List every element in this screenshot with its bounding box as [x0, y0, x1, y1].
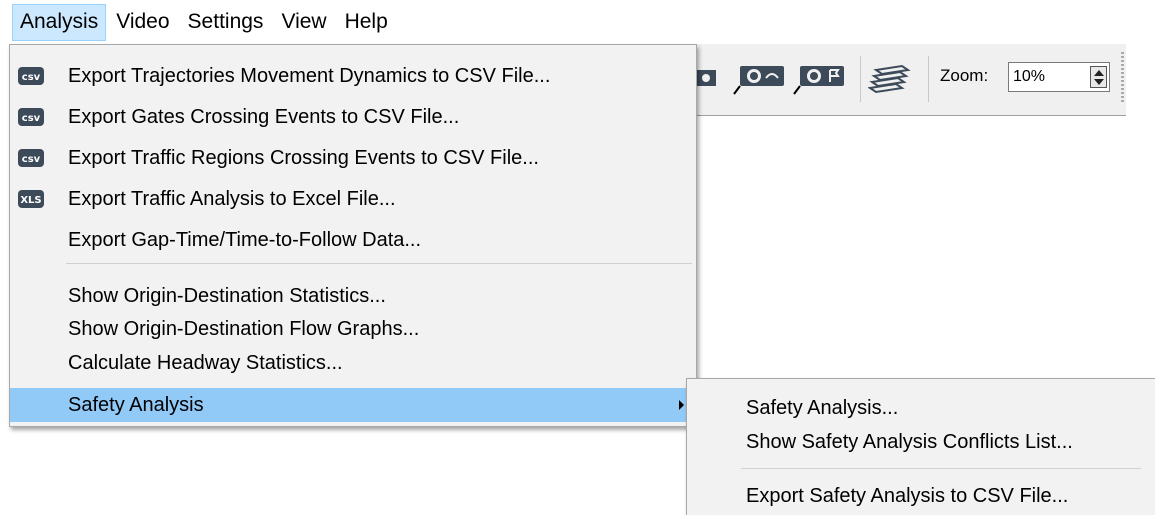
- menu-item-label: Export Gap-Time/Time-to-Follow Data...: [68, 229, 422, 251]
- menu-video[interactable]: Video: [108, 4, 177, 41]
- submenu-item-safety-analysis[interactable]: Safety Analysis...: [687, 391, 1155, 425]
- camera-flag-icon[interactable]: [792, 62, 852, 96]
- menu-item-safety-analysis[interactable]: Safety Analysis: [10, 388, 696, 422]
- menu-separator: [66, 263, 692, 264]
- menu-help[interactable]: Help: [337, 4, 396, 41]
- zoom-label: Zoom:: [940, 66, 989, 85]
- svg-text:csv: csv: [22, 154, 41, 165]
- menu-item-label: Export Traffic Analysis to Excel File...: [68, 188, 396, 210]
- toolbar: Zoom: 10%: [696, 44, 1126, 116]
- menu-item-label: Safety Analysis: [68, 394, 204, 416]
- safety-analysis-submenu: Safety Analysis... Show Safety Analysis …: [686, 378, 1155, 515]
- menu-view[interactable]: View: [273, 4, 334, 41]
- analysis-menu: csv Export Trajectories Movement Dynamic…: [9, 44, 697, 427]
- submenu-item-export-safety-csv[interactable]: Export Safety Analysis to CSV File...: [687, 479, 1155, 513]
- submenu-item-conflicts-list[interactable]: Show Safety Analysis Conflicts List...: [687, 425, 1155, 459]
- menu-item-export-gates[interactable]: csv Export Gates Crossing Events to CSV …: [10, 100, 696, 134]
- menu-item-export-trajectories[interactable]: csv Export Trajectories Movement Dynamic…: [10, 59, 696, 93]
- menu-item-label: Export Traffic Regions Crossing Events t…: [68, 147, 539, 169]
- csv-file-icon: csv: [18, 108, 44, 126]
- toolbar-separator: [928, 56, 929, 102]
- toolbar-grip[interactable]: [1121, 52, 1124, 104]
- toolbar-separator: [860, 56, 861, 102]
- zoom-value[interactable]: 10%: [1013, 68, 1045, 85]
- xls-file-icon: XLS: [18, 190, 44, 208]
- menu-item-label: Export Gates Crossing Events to CSV File…: [68, 106, 460, 128]
- menu-item-export-traffic-regions[interactable]: csv Export Traffic Regions Crossing Even…: [10, 141, 696, 175]
- layers-icon[interactable]: [868, 62, 912, 96]
- submenu-item-label: Show Safety Analysis Conflicts List...: [746, 431, 1073, 453]
- menu-item-label: Export Trajectories Movement Dynamics to…: [68, 65, 551, 87]
- svg-text:XLS: XLS: [20, 195, 41, 206]
- menu-item-od-flow-graphs[interactable]: Show Origin-Destination Flow Graphs...: [10, 312, 696, 346]
- camera-arrow-icon[interactable]: [696, 62, 720, 96]
- submenu-item-label: Export Safety Analysis to CSV File...: [746, 485, 1069, 507]
- menu-analysis[interactable]: Analysis: [12, 3, 107, 41]
- spin-up-icon[interactable]: [1094, 70, 1104, 76]
- menu-separator: [741, 468, 1141, 469]
- menu-item-export-traffic-excel[interactable]: XLS Export Traffic Analysis to Excel Fil…: [10, 182, 696, 216]
- zoom-spin-buttons[interactable]: [1090, 66, 1107, 88]
- menu-item-label: Show Origin-Destination Statistics...: [68, 285, 386, 307]
- zoom-spinbox[interactable]: 10%: [1008, 62, 1110, 92]
- menu-item-od-statistics[interactable]: Show Origin-Destination Statistics...: [10, 279, 696, 313]
- csv-file-icon: csv: [18, 67, 44, 85]
- camera-refresh-icon[interactable]: [732, 62, 792, 96]
- spin-down-icon[interactable]: [1094, 79, 1104, 85]
- menu-item-export-gap-time[interactable]: Export Gap-Time/Time-to-Follow Data...: [10, 223, 696, 257]
- svg-text:csv: csv: [22, 113, 41, 124]
- menu-item-headway-statistics[interactable]: Calculate Headway Statistics...: [10, 346, 696, 380]
- submenu-arrow-icon: [679, 400, 684, 410]
- menu-item-label: Calculate Headway Statistics...: [68, 352, 343, 374]
- menu-item-label: Show Origin-Destination Flow Graphs...: [68, 318, 420, 340]
- csv-file-icon: csv: [18, 149, 44, 167]
- svg-text:csv: csv: [22, 72, 41, 83]
- menu-bar: Analysis Video Settings View Help: [0, 0, 1155, 44]
- submenu-item-label: Safety Analysis...: [746, 397, 899, 419]
- menu-settings[interactable]: Settings: [180, 4, 272, 41]
